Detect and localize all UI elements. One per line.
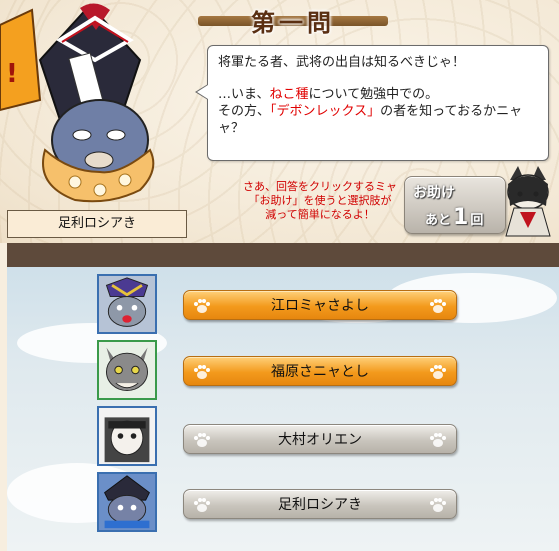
paw-icon (430, 498, 446, 512)
help-button[interactable]: お助け あと1 回 (404, 176, 506, 234)
portrait-2 (97, 340, 157, 400)
paw-icon (430, 365, 446, 379)
help-remaining-count: 1 (453, 205, 469, 230)
question-line-2: …いま、ねこ種について勉強中での。 (218, 87, 439, 102)
highlight-cat-type: ねこ種 (269, 87, 309, 102)
choice-label-3: 大村オリエン (278, 432, 362, 448)
choice-label-2: 福原さニャとし (271, 364, 369, 380)
player-name: 足利ロシアき (7, 210, 187, 238)
paw-icon (194, 299, 210, 313)
hint-text: さあ、回答をクリックするミャ 「お助け」を使うと選択肢が 減って簡単になるよ！ (243, 180, 397, 221)
help-button-label: お助け (413, 185, 455, 201)
paw-icon (194, 365, 210, 379)
question-line-4: ャ？ (218, 121, 245, 136)
shogun-cat-character: ! (0, 3, 155, 203)
choice-button-4[interactable]: 足利ロシアき (183, 489, 457, 519)
choice-button-3[interactable]: 大村オリエン (183, 424, 457, 454)
paw-icon (194, 433, 210, 447)
speech-bubble: 将軍たる者、武将の出自は知るべきじゃ！ …いま、ねこ種について勉強中での。 その… (207, 45, 549, 161)
choice-button-2[interactable]: 福原さニャとし (183, 356, 457, 386)
choice-label-1: 江ロミャさよし (271, 298, 369, 314)
question-line-1: 将軍たる者、武将の出自は知るべきじゃ！ (218, 55, 466, 70)
svg-text:!: ! (6, 59, 18, 89)
choice-button-1[interactable]: 江ロミャさよし (183, 290, 457, 320)
paw-icon (194, 498, 210, 512)
helper-cat-mascot (505, 166, 551, 237)
portrait-4 (97, 472, 157, 532)
choice-label-4: 足利ロシアき (278, 497, 362, 513)
portrait-1 (97, 274, 157, 334)
paw-icon (430, 433, 446, 447)
help-remaining: あと1 回 (425, 205, 484, 230)
portrait-3 (97, 406, 157, 466)
paw-icon (430, 299, 446, 313)
highlight-breed: 「デボンレックス」 (270, 104, 381, 119)
question-line-3: その方、「デボンレックス」の者を知っておるかニャ (218, 104, 523, 119)
question-title: 第一問 (251, 8, 335, 37)
